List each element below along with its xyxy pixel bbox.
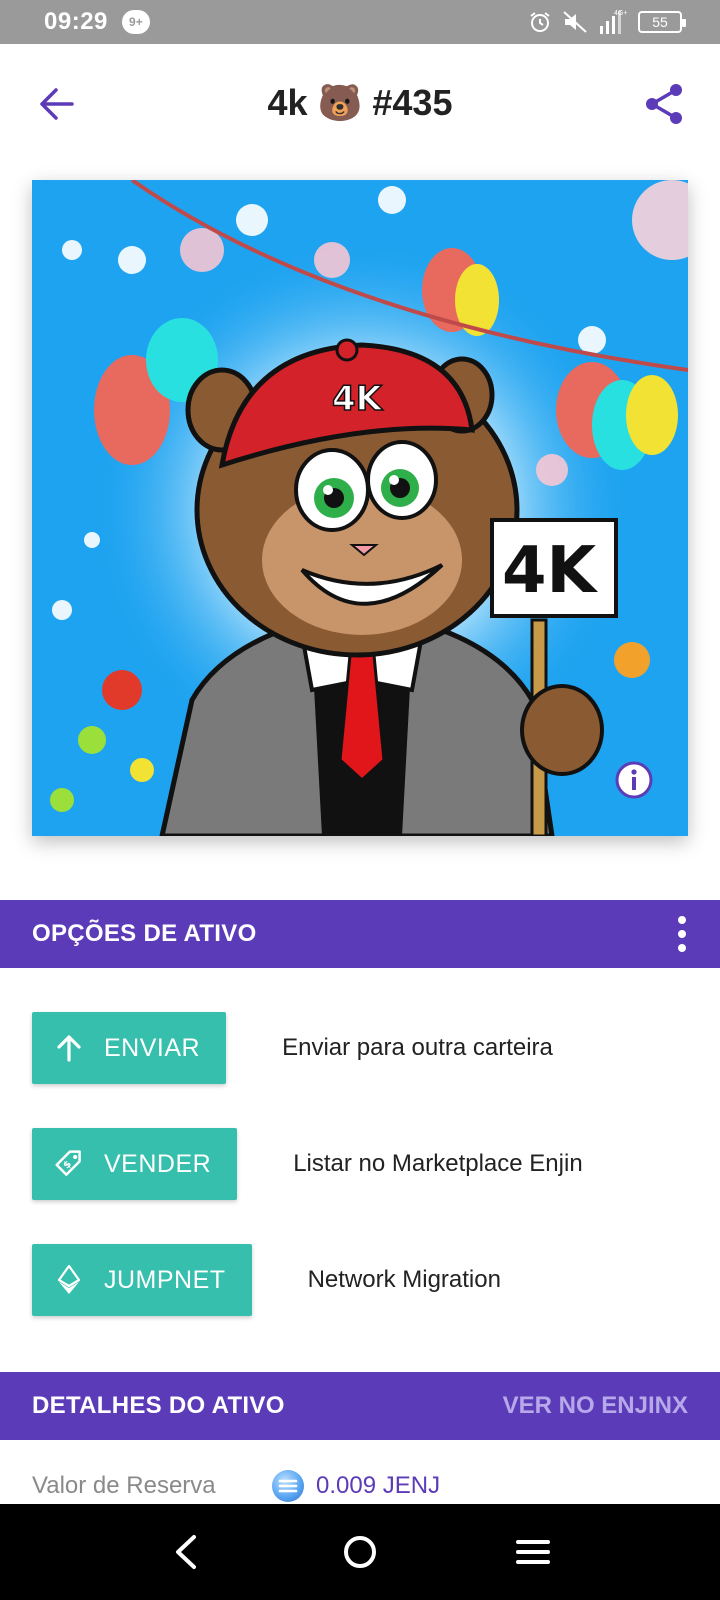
mute-icon	[563, 11, 587, 33]
status-time: 09:29	[44, 8, 108, 35]
share-button[interactable]	[642, 82, 686, 126]
bear-artwork: 4K 4K	[32, 180, 688, 836]
nav-back-button[interactable]	[163, 1528, 211, 1576]
reserve-value-label: Valor de Reserva	[32, 1472, 216, 1499]
svg-text:4G+: 4G+	[614, 10, 627, 17]
alarm-icon	[530, 12, 550, 32]
share-icon	[646, 84, 682, 124]
view-on-enjinx-link[interactable]: VER NO ENJINX	[503, 1392, 688, 1420]
jumpnet-button[interactable]: JUMPNET	[32, 1244, 252, 1316]
info-icon	[615, 761, 653, 799]
send-button-label: ENVIAR	[104, 1033, 201, 1062]
reserve-value: 0.009 JENJ	[272, 1470, 440, 1502]
asset-options-header: OPÇÕES DE ATIVO	[0, 900, 720, 968]
cap-text: 4K	[332, 379, 384, 419]
jumpnet-description: Network Migration	[307, 1266, 501, 1293]
price-tag-icon: $	[54, 1149, 84, 1179]
action-row-sell: $ VENDER Listar no Marketplace Enjin	[32, 1128, 583, 1200]
menu-icon	[516, 1540, 551, 1564]
kebab-dot	[678, 944, 686, 952]
send-description: Enviar para outra carteira	[282, 1034, 553, 1061]
enj-coin-icon	[272, 1470, 304, 1502]
jumpnet-button-label: JUMPNET	[104, 1265, 226, 1294]
notification-badge: 9+	[121, 10, 150, 34]
reserve-value-amount: 0.009 JENJ	[316, 1472, 441, 1499]
nav-home-button[interactable]	[336, 1528, 384, 1576]
sign-text: 4K	[502, 534, 599, 608]
more-options-button[interactable]	[676, 916, 688, 952]
status-bar: 09:29 9+ 4G+ 55	[0, 0, 720, 44]
home-circle-icon	[343, 1536, 376, 1568]
sell-button[interactable]: $ VENDER	[32, 1128, 238, 1200]
status-icons: 4G+ 55	[528, 8, 686, 36]
kebab-dot	[678, 916, 686, 924]
battery-level: 55	[652, 14, 668, 30]
chevron-left-icon	[175, 1535, 196, 1569]
battery-icon: 55	[638, 11, 686, 33]
reserve-value-row: Valor de Reserva 0.009 JENJ	[32, 1466, 692, 1506]
send-button[interactable]: ENVIAR	[32, 1012, 227, 1084]
sell-button-label: VENDER	[104, 1149, 212, 1178]
system-nav-bar	[0, 1504, 720, 1600]
arrow-up-icon	[54, 1033, 84, 1063]
app-bar: 4k 🐻 #435	[0, 44, 720, 164]
nft-image[interactable]: 4K 4K	[32, 180, 688, 836]
asset-details-title: DETALHES DO ATIVO	[32, 1392, 285, 1419]
ethereum-icon	[54, 1265, 84, 1295]
sell-description: Listar no Marketplace Enjin	[293, 1150, 583, 1177]
page-title: 4k 🐻 #435	[267, 82, 453, 123]
signal-icon: 4G+	[600, 10, 627, 34]
asset-details-header: DETALHES DO ATIVO VER NO ENJINX	[0, 1372, 720, 1440]
asset-options-title: OPÇÕES DE ATIVO	[32, 920, 257, 947]
nav-menu-button[interactable]	[509, 1528, 557, 1576]
action-row-send: ENVIAR Enviar para outra carteira	[32, 1012, 553, 1084]
info-button[interactable]	[614, 760, 654, 800]
kebab-dot	[678, 930, 686, 938]
action-row-jumpnet: JUMPNET Network Migration	[32, 1244, 501, 1316]
